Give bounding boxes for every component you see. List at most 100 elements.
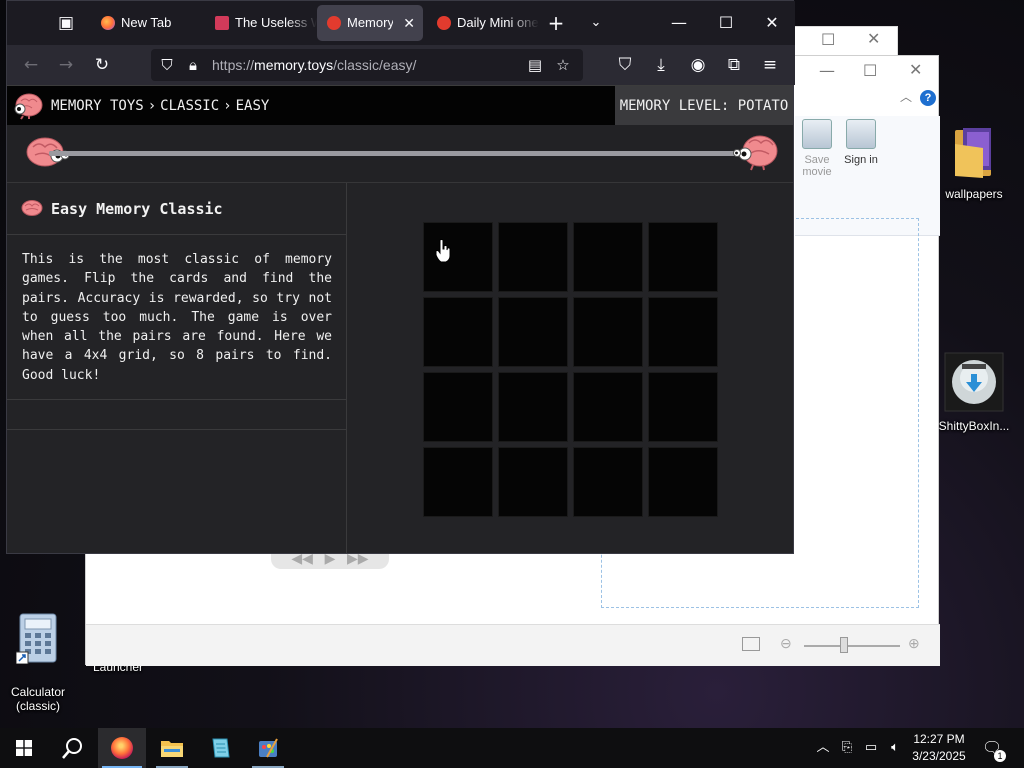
- close-icon[interactable]: ✕: [909, 60, 922, 79]
- memory-card[interactable]: [573, 297, 643, 367]
- reload-icon[interactable]: ↻: [88, 51, 116, 79]
- useless-web-icon: [215, 16, 229, 30]
- progress-bar: [49, 151, 749, 156]
- sign-in-button[interactable]: Sign in: [839, 119, 883, 166]
- new-tab-icon[interactable]: +: [542, 9, 570, 37]
- folder-icon: [934, 124, 1014, 183]
- memory-card[interactable]: [573, 447, 643, 517]
- clock-time: 12:27 PM: [913, 732, 965, 746]
- site-header: MEMORY TOYS › CLASSIC › EASY MEMORY LEVEL: P…: [7, 85, 793, 126]
- taskbar-notepad[interactable]: [196, 728, 244, 768]
- notepad-icon: [212, 738, 230, 758]
- ribbon-label: Sign in: [844, 154, 878, 166]
- desktop-icon-wallpapers[interactable]: wallpapers: [934, 124, 1014, 201]
- memory-card[interactable]: [423, 297, 493, 367]
- taskbar-paint[interactable]: [244, 728, 292, 768]
- firefox-view-icon[interactable]: ▣: [52, 9, 80, 37]
- breadcrumb-classic[interactable]: CLASSIC: [160, 98, 219, 114]
- taskbar-file-explorer[interactable]: [148, 728, 196, 768]
- memory-card[interactable]: [498, 222, 568, 292]
- extensions-icon[interactable]: ⧉: [720, 51, 748, 79]
- tab-new-tab[interactable]: New Tab: [91, 5, 203, 41]
- memory-card[interactable]: [648, 297, 718, 367]
- save-movie-button[interactable]: Save movie: [795, 119, 839, 178]
- chevron-up-icon[interactable]: ︿: [900, 88, 912, 105]
- memory-card[interactable]: [423, 447, 493, 517]
- breadcrumb-memory-toys[interactable]: MEMORY TOYS: [51, 98, 144, 114]
- firefox-icon: [111, 737, 133, 759]
- brain-logo-icon[interactable]: [13, 92, 43, 125]
- tab-memory-classic[interactable]: Memory Classic ✕: [317, 5, 423, 41]
- memory-card[interactable]: [423, 372, 493, 442]
- pocket-icon[interactable]: ⛉: [611, 51, 639, 79]
- account-icon[interactable]: ◉: [684, 51, 712, 79]
- divider: [7, 429, 347, 430]
- desktop-icon-label: wallpapers: [945, 187, 1003, 201]
- memory-card[interactable]: [648, 222, 718, 292]
- memory-card[interactable]: [423, 222, 493, 292]
- memory-card[interactable]: [498, 372, 568, 442]
- lock-icon[interactable]: 🔒︎: [179, 51, 207, 79]
- divider: [7, 399, 347, 400]
- network-icon[interactable]: ▭: [861, 738, 881, 758]
- desktop-icon-calculator[interactable]: Calculator (classic): [0, 584, 78, 727]
- back-icon[interactable]: ←: [17, 51, 45, 79]
- memory-card[interactable]: [648, 372, 718, 442]
- firefox-icon: [101, 16, 115, 30]
- maximize-icon[interactable]: ☐: [711, 9, 741, 37]
- search-button[interactable]: [48, 728, 96, 768]
- memory-card[interactable]: [498, 447, 568, 517]
- progress-area: [7, 125, 793, 183]
- zoom-in-icon[interactable]: ⊕: [908, 635, 920, 652]
- brain-end-icon: [733, 133, 779, 176]
- tab-daily-mini[interactable]: Daily Mini one: [427, 5, 539, 41]
- memory-card[interactable]: [498, 297, 568, 367]
- menu-icon[interactable]: ≡: [756, 51, 784, 79]
- desktop-icon-shittybox[interactable]: ShittyBoxIn...: [934, 352, 1014, 433]
- shield-icon[interactable]: ⛉: [153, 51, 181, 79]
- ribbon-label: Save movie: [802, 154, 832, 178]
- tab-label: New Tab: [121, 15, 172, 30]
- minimize-icon[interactable]: —: [664, 9, 694, 37]
- file-explorer-icon: [161, 741, 183, 757]
- desktop-icon-label: Calculator (classic): [10, 685, 66, 713]
- volume-muted-icon[interactable]: 🔈︎: [885, 738, 905, 758]
- sidebar: Easy Memory Classic This is the most cla…: [7, 183, 347, 553]
- close-tab-icon[interactable]: ✕: [403, 5, 415, 41]
- zoom-slider-thumb[interactable]: [840, 637, 848, 653]
- chevron-down-icon[interactable]: ⌄: [582, 9, 610, 37]
- memory-card[interactable]: [573, 372, 643, 442]
- start-icon: [16, 740, 32, 756]
- memory-card[interactable]: [648, 447, 718, 517]
- download-icon[interactable]: ⤓: [647, 51, 675, 79]
- zoom-slider[interactable]: [804, 645, 900, 647]
- forward-icon[interactable]: →: [52, 51, 80, 79]
- chevron-up-icon[interactable]: ︿: [813, 738, 833, 758]
- start-button[interactable]: [0, 728, 48, 768]
- thumbnail-size-icon[interactable]: [742, 637, 760, 651]
- memory-level-badge: MEMORY LEVEL: POTATO: [615, 86, 793, 126]
- meet-now-icon[interactable]: ⎘: [837, 738, 857, 758]
- tab-useless-web[interactable]: The Useless Web: [205, 5, 317, 41]
- help-icon[interactable]: ?: [920, 90, 936, 106]
- brain-icon: [21, 199, 43, 222]
- reader-view-icon[interactable]: ▤: [521, 51, 549, 79]
- maximize-icon[interactable]: ☐: [821, 30, 835, 49]
- calculator-icon: [0, 598, 78, 667]
- url-bar[interactable]: ⛉ 🔒︎ https://memory.toys/classic/easy/ ▤…: [151, 49, 583, 81]
- breadcrumb-separator: ›: [223, 98, 232, 114]
- bookmark-star-icon[interactable]: ☆: [549, 51, 577, 79]
- breadcrumb-easy: EASY: [235, 98, 270, 114]
- close-icon[interactable]: ✕: [757, 9, 787, 37]
- maximize-icon[interactable]: ☐: [863, 61, 877, 80]
- film-icon: [802, 119, 832, 149]
- close-icon[interactable]: ✕: [867, 29, 880, 48]
- zoom-out-icon[interactable]: ⊖: [780, 635, 792, 652]
- clock[interactable]: 12:27 PM 3/23/2025: [906, 731, 972, 765]
- url-path: /classic/easy/: [333, 57, 417, 73]
- url-scheme: https://: [212, 57, 255, 73]
- minimize-icon[interactable]: —: [819, 61, 835, 80]
- tab-label: Memory Classic: [347, 15, 393, 30]
- memory-card[interactable]: [573, 222, 643, 292]
- taskbar-firefox[interactable]: [98, 728, 146, 768]
